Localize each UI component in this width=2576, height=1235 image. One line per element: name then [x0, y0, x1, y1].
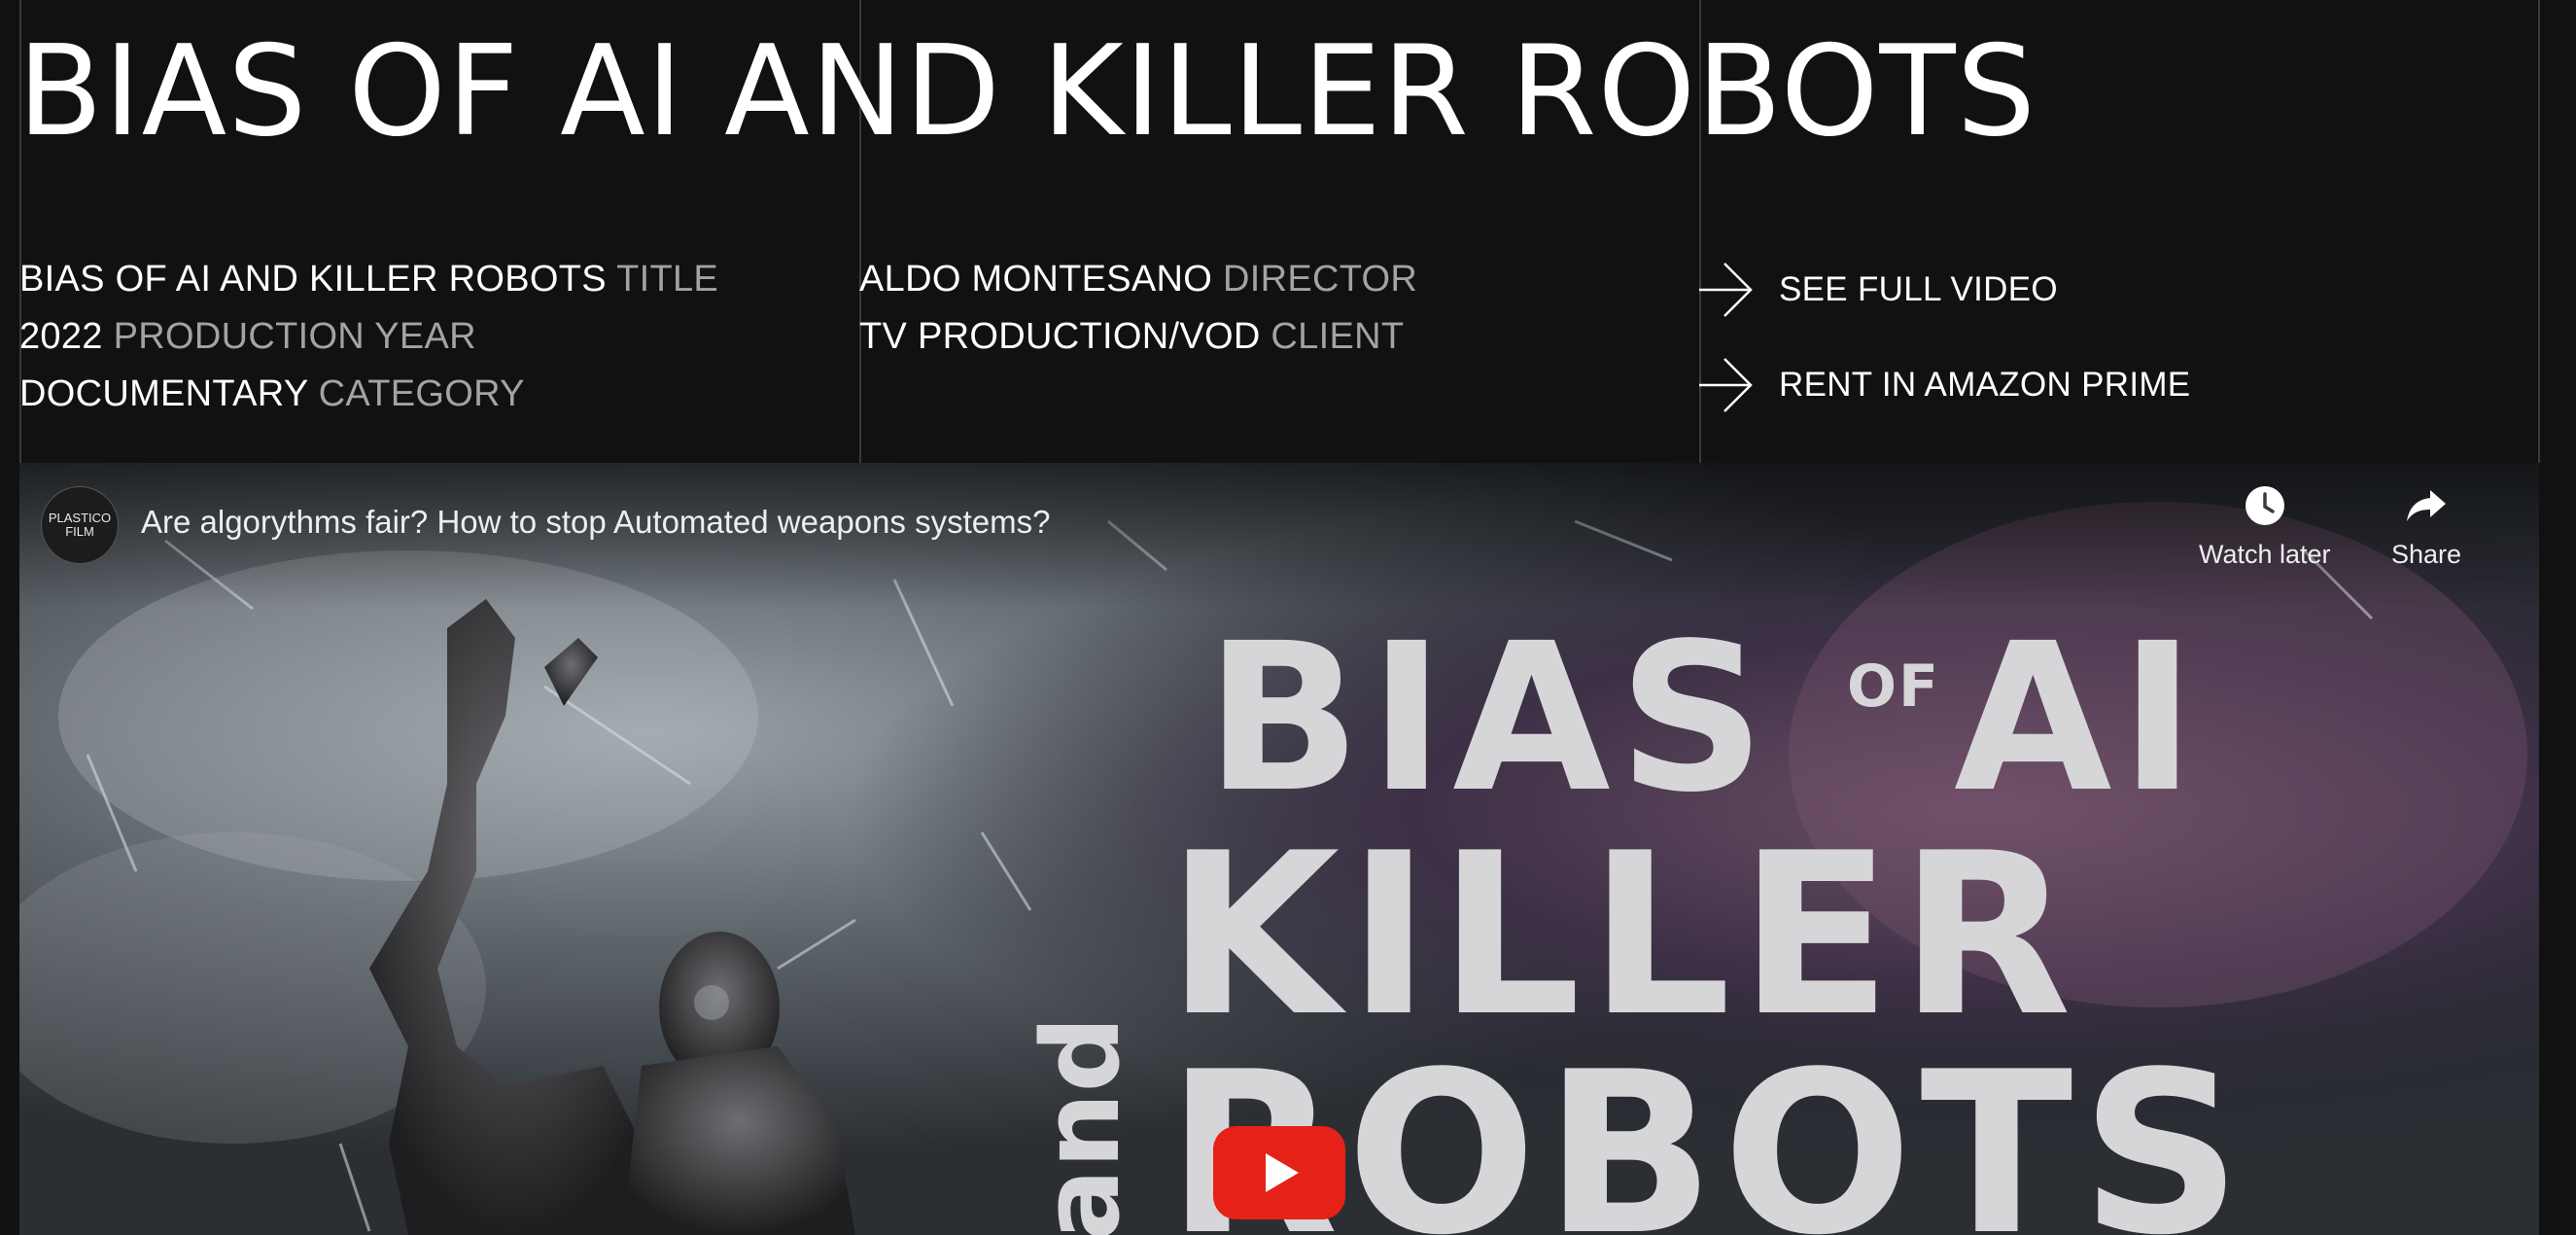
- share-label: Share: [2391, 540, 2462, 569]
- info-row-title: BIAS OF AI AND KILLER ROBOTS TITLE: [19, 251, 718, 308]
- info-value: TV PRODUCTION/VOD: [859, 316, 1261, 357]
- credits-column: ALDO MONTESANO DIRECTOR TV PRODUCTION/VO…: [859, 251, 1417, 366]
- poster-word-and: and: [1019, 1016, 1143, 1235]
- info-label: CLIENT: [1271, 316, 1405, 357]
- rent-amazon-prime-link[interactable]: RENT IN AMAZON PRIME: [1699, 356, 2190, 414]
- channel-name-line: PLASTICO: [48, 511, 112, 525]
- info-label: PRODUCTION YEAR: [113, 316, 476, 357]
- info-row-category: DOCUMENTARY CATEGORY: [19, 366, 718, 423]
- poster-word-of: OF: [1847, 653, 1940, 721]
- channel-avatar[interactable]: PLASTICO FILM: [41, 486, 119, 564]
- info-value: 2022: [19, 316, 103, 357]
- play-icon: [1213, 1126, 1345, 1219]
- poster-word-ai: AI: [1954, 599, 2204, 837]
- poster-word-bias: BIAS: [1205, 599, 1773, 837]
- see-full-video-link[interactable]: SEE FULL VIDEO: [1699, 261, 2058, 319]
- page-title: BIAS OF AI AND KILLER ROBOTS: [17, 19, 2036, 164]
- info-value: BIAS OF AI AND KILLER ROBOTS: [19, 259, 607, 300]
- info-value: DOCUMENTARY: [19, 373, 308, 414]
- watch-later-button[interactable]: Watch later: [2199, 484, 2331, 570]
- channel-name-line: FILM: [65, 524, 94, 539]
- see-full-video-label: SEE FULL VIDEO: [1779, 270, 2058, 308]
- info-label: CATEGORY: [318, 373, 525, 414]
- info-row-client: TV PRODUCTION/VOD CLIENT: [859, 308, 1417, 366]
- arrow-right-icon: [1699, 357, 1754, 413]
- info-row-year: 2022 PRODUCTION YEAR: [19, 308, 718, 366]
- watch-later-label: Watch later: [2199, 540, 2331, 569]
- info-row-director: ALDO MONTESANO DIRECTOR: [859, 251, 1417, 308]
- info-label: TITLE: [616, 259, 719, 300]
- share-icon: [2405, 484, 2448, 532]
- video-player[interactable]: BIAS OF AI KILLER ROBOTS and PLASTICO FI…: [19, 463, 2539, 1235]
- project-page: BIAS OF AI AND KILLER ROBOTS BIAS OF AI …: [0, 0, 2576, 1235]
- info-label: DIRECTOR: [1223, 259, 1418, 300]
- video-title-link[interactable]: Are algorythms fair? How to stop Automat…: [141, 504, 1050, 541]
- info-value: ALDO MONTESANO: [859, 259, 1213, 300]
- share-button[interactable]: Share: [2391, 484, 2461, 570]
- play-button[interactable]: [1213, 1126, 1345, 1219]
- project-info-column: BIAS OF AI AND KILLER ROBOTS TITLE 2022 …: [19, 251, 718, 423]
- arrow-right-icon: [1699, 262, 1754, 318]
- rent-amazon-prime-label: RENT IN AMAZON PRIME: [1779, 366, 2191, 404]
- grid-line: [2538, 0, 2540, 463]
- clock-icon: [2244, 484, 2286, 532]
